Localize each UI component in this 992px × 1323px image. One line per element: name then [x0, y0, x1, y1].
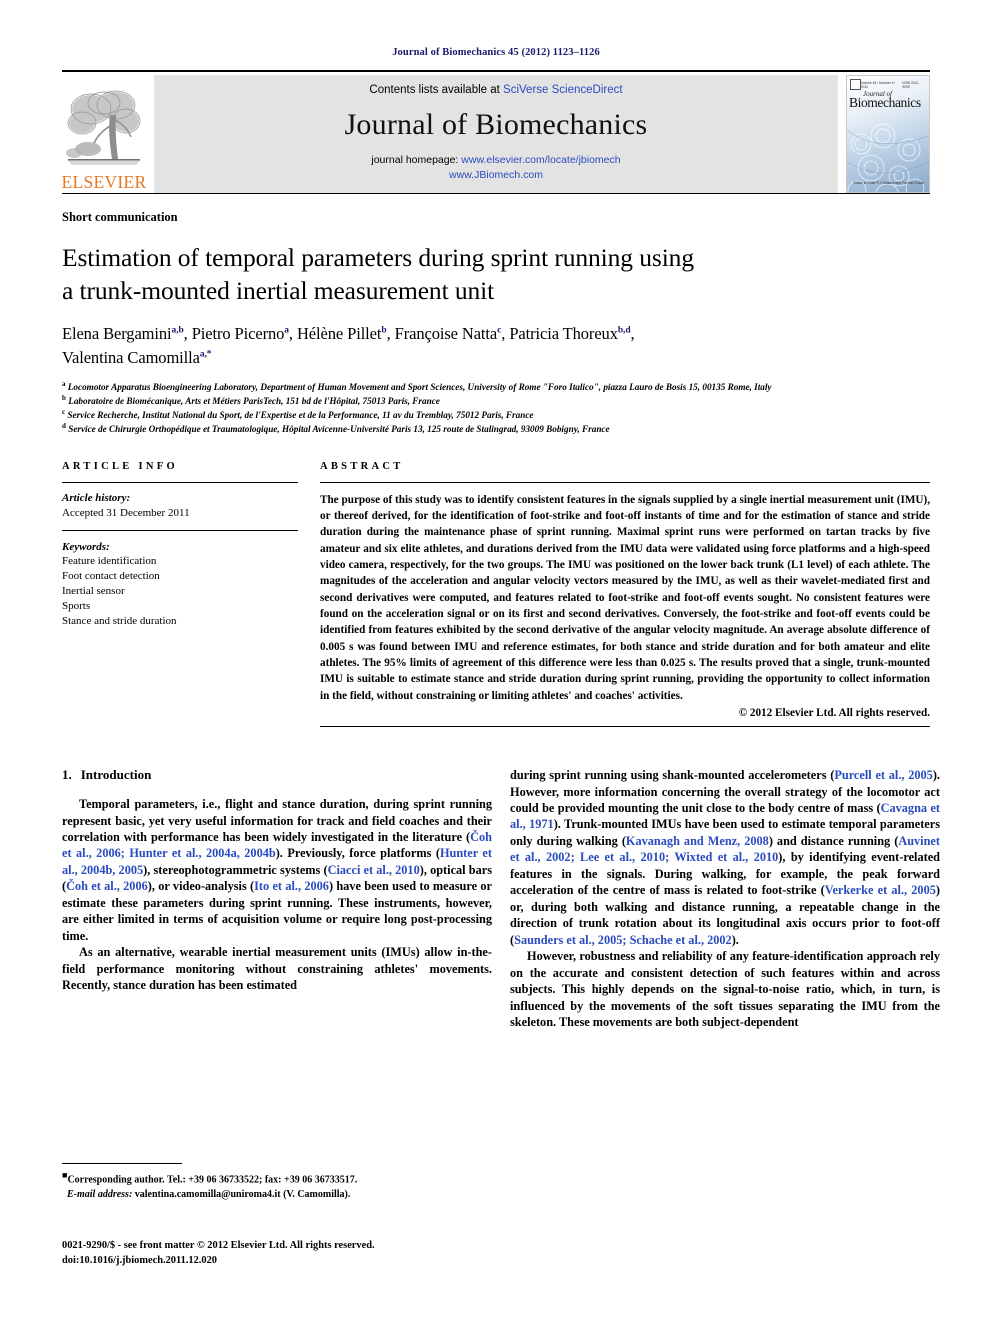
- journal-cover-thumbnail: Volume 45 / Number 6 / 2012 ISSN 0021-92…: [846, 75, 930, 193]
- article-history-label: Article history:: [62, 491, 131, 504]
- author-separator: ,: [630, 324, 635, 344]
- elsevier-logo: ELSEVIER: [61, 75, 147, 193]
- imprint-line-2[interactable]: doi:10.1016/j.jbiomech.2011.12.020: [62, 1253, 512, 1268]
- author-separator: ,: [183, 324, 192, 344]
- footnote-area: ■Corresponding author. Tel.: +39 06 3673…: [62, 1163, 492, 1202]
- affiliation-b: b Laboratoire de Biomécanique, Arts et M…: [62, 394, 930, 408]
- sciencedirect-link[interactable]: SciVerse ScienceDirect: [503, 84, 623, 96]
- section-number: 1.: [62, 767, 72, 783]
- cover-editors: Editor-in-Chief R.I. Huiskes and Farshid…: [853, 180, 924, 185]
- contents-prefix: Contents lists available at: [369, 84, 504, 97]
- journal-title: Journal of Biomechanics: [344, 108, 648, 142]
- elsevier-tree-icon: [66, 84, 142, 173]
- email-label: E-mail address:: [67, 1188, 133, 1200]
- keyword: Sports: [62, 600, 91, 613]
- author[interactable]: Hélène Pillet: [297, 324, 381, 343]
- contents-list-line: Contents lists available at SciVerse Sci…: [369, 84, 622, 96]
- affiliation-mark: c: [62, 408, 66, 417]
- masthead-divider: [62, 193, 930, 194]
- affiliation-a: a Locomotor Apparatus Bioengineering Lab…: [62, 380, 930, 394]
- cover-publisher-icon: [850, 79, 861, 90]
- section-title: Introduction: [80, 767, 152, 783]
- affiliation-text: Locomotor Apparatus Bioengineering Labor…: [67, 382, 772, 393]
- imprint-block: 0021-9290/$ - see front matter © 2012 El…: [62, 1238, 512, 1268]
- cover-journal-title: Biomechanics: [849, 95, 921, 110]
- author[interactable]: Patricia Thoreux: [509, 324, 618, 343]
- article-info-heading: ARTICLE INFO: [62, 460, 178, 472]
- footnote-divider: [62, 1163, 182, 1164]
- homepage-label: journal homepage:: [371, 154, 462, 167]
- paragraph: during sprint running using shank-mounte…: [510, 768, 940, 947]
- header-divider: [62, 70, 930, 72]
- journal-homepage-line: journal homepage: www.elsevier.com/locat…: [371, 153, 620, 181]
- affiliation-mark: d: [62, 422, 66, 431]
- abstract-bottom-rule: [320, 726, 930, 728]
- article-type: Short communication: [62, 210, 178, 224]
- abstract-column: ABSTRACT The purpose of this study was t…: [320, 460, 930, 728]
- body-columns: 1. Introduction Temporal parameters, i.e.…: [62, 767, 940, 1031]
- keywords-block: Keywords: Feature identification Foot co…: [62, 531, 298, 630]
- paragraph: However, robustness and reliability of a…: [510, 949, 940, 1030]
- affiliation-text: Service Recherche, Institut National du …: [67, 410, 534, 421]
- author-affiliation-mark: a,*: [199, 349, 212, 360]
- section-heading-introduction: 1. Introduction: [62, 767, 492, 783]
- article-page: Journal of Biomechanics 45 (2012) 1123–1…: [0, 0, 992, 1323]
- page-title: Estimation of temporal parameters during…: [62, 242, 930, 307]
- elsevier-wordmark: ELSEVIER: [61, 171, 147, 192]
- affiliation-c: c Service Recherche, Institut National d…: [62, 408, 930, 422]
- paragraph: Temporal parameters, i.e., flight and st…: [62, 797, 492, 943]
- affiliation-d: d Service de Chirurgie Orthopédique et T…: [62, 422, 930, 436]
- email-value[interactable]: valentina.camomilla@uniroma4.it (V. Camo…: [135, 1189, 351, 1200]
- title-line-2: a trunk-mounted inertial measurement uni…: [62, 275, 495, 305]
- title-line-1: Estimation of temporal parameters during…: [62, 243, 694, 272]
- cover-issn-line: ISSN 0021-9290: [902, 80, 920, 89]
- author-affiliation-mark: a,b: [171, 325, 184, 336]
- author-separator: ,: [288, 324, 297, 344]
- article-history-value: Accepted 31 December 2011: [62, 506, 190, 519]
- running-head: Journal of Biomechanics 45 (2012) 1123–1…: [392, 47, 600, 58]
- affiliation-mark: a: [62, 380, 66, 389]
- imprint-line-1: 0021-9290/$ - see front matter © 2012 El…: [62, 1240, 375, 1251]
- abstract-text: The purpose of this study was to identif…: [320, 493, 930, 702]
- keyword: Inertial sensor: [62, 585, 125, 598]
- keyword: Feature identification: [62, 555, 157, 568]
- abstract-heading: ABSTRACT: [320, 460, 404, 472]
- body-column-left: 1. Introduction Temporal parameters, i.e.…: [62, 767, 492, 1031]
- author[interactable]: Françoise Natta: [395, 324, 498, 343]
- affiliation-text: Laboratoire de Biomécanique, Arts et Mét…: [68, 396, 440, 407]
- article-history-block: Article history: Accepted 31 December 20…: [62, 483, 298, 530]
- keyword: Stance and stride duration: [62, 615, 177, 628]
- journal-masthead: ELSEVIER Contents lists available at Sci…: [61, 75, 930, 193]
- author-affiliation-mark: b,d: [617, 325, 631, 336]
- author[interactable]: Valentina Camomilla: [62, 348, 200, 367]
- affiliation-list: a Locomotor Apparatus Bioengineering Lab…: [62, 380, 930, 437]
- author-list: Elena Bergaminia,b, Pietro Picernoa, Hél…: [62, 322, 930, 370]
- author-separator: ,: [386, 324, 395, 344]
- journal-band: Contents lists available at SciVerse Sci…: [154, 75, 838, 193]
- cover-top-bar: Volume 45 / Number 6 / 2012 ISSN 0021-92…: [850, 79, 926, 90]
- author[interactable]: Elena Bergamini: [62, 324, 172, 343]
- keywords-label: Keywords:: [62, 540, 110, 553]
- corresponding-author-note: ■Corresponding author. Tel.: +39 06 3673…: [62, 1169, 492, 1202]
- cover-volume-line: Volume 45 / Number 6 / 2012: [860, 80, 896, 89]
- info-abstract-row: ARTICLE INFO Article history: Accepted 3…: [62, 460, 930, 728]
- affiliation-text: Service de Chirurgie Orthopédique et Tra…: [68, 424, 610, 435]
- homepage-url-alt[interactable]: www.JBiomech.com: [449, 169, 543, 181]
- keyword: Foot contact detection: [62, 570, 160, 583]
- corresponding-author-text: Corresponding author. Tel.: +39 06 36733…: [67, 1174, 358, 1186]
- article-info-column: ARTICLE INFO Article history: Accepted 3…: [62, 461, 320, 727]
- homepage-url[interactable]: www.elsevier.com/locate/jbiomech: [461, 154, 620, 166]
- body-column-right: during sprint running using shank-mounte…: [510, 767, 940, 1031]
- affiliation-mark: b: [62, 394, 66, 403]
- author[interactable]: Pietro Picerno: [192, 324, 285, 343]
- abstract-copyright: © 2012 Elsevier Ltd. All rights reserved…: [738, 707, 930, 720]
- paragraph: As an alternative, wearable inertial mea…: [62, 945, 492, 993]
